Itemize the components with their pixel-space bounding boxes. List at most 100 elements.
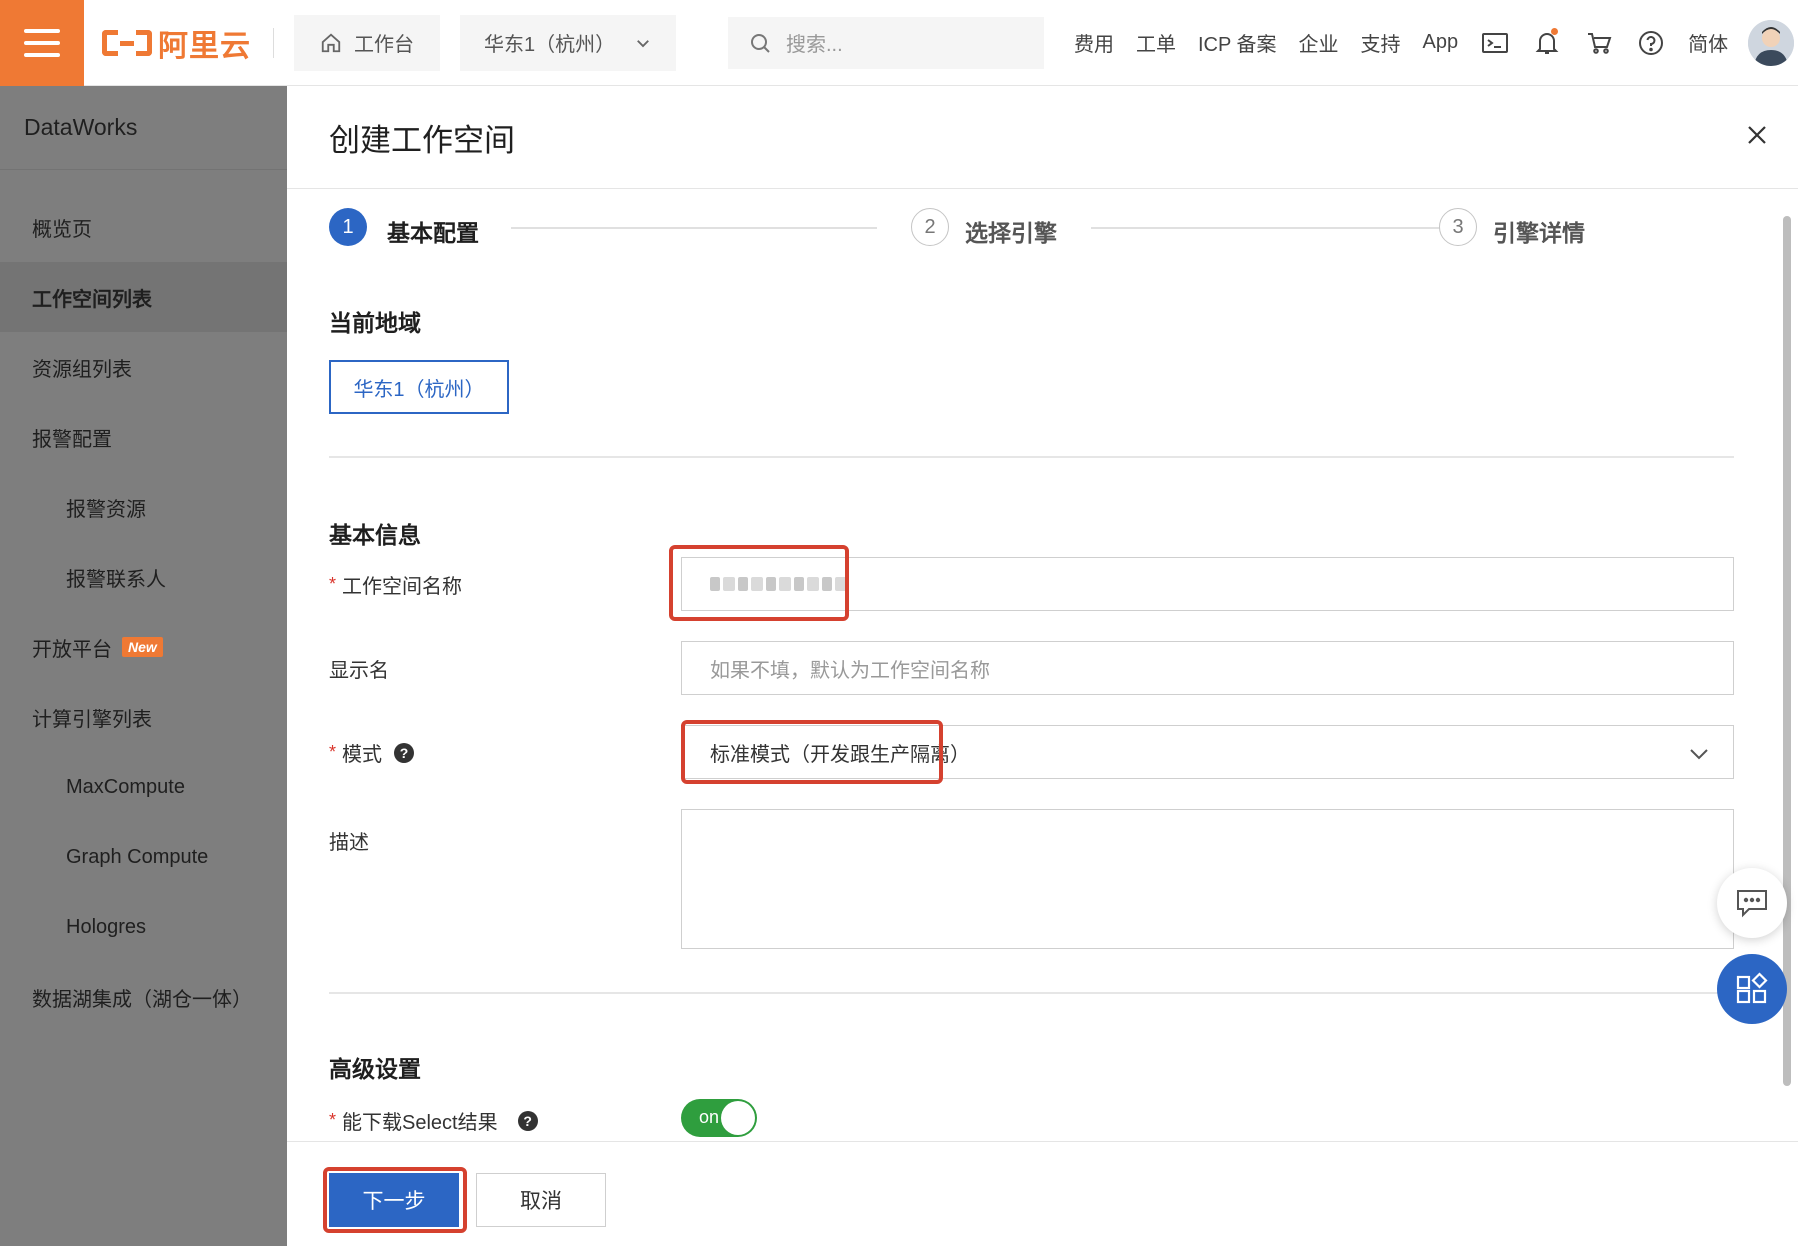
required-mark: * xyxy=(329,574,337,594)
new-badge: New xyxy=(122,637,163,657)
top-link-billing[interactable]: 费用 xyxy=(1074,28,1114,57)
menu-icon-bar xyxy=(24,52,60,57)
create-workspace-panel: 创建工作空间 1 基本配置 2 选择引擎 3 引擎详情 当前地域 华东1（杭州）… xyxy=(287,86,1798,1246)
sidebar-item-resource-groups[interactable]: 资源组列表 xyxy=(0,332,287,402)
close-button[interactable] xyxy=(1742,120,1772,150)
sidebar-item-label: 数据湖集成（湖仓一体） xyxy=(32,988,252,1011)
section-divider xyxy=(329,456,1734,458)
workspace-name-input[interactable] xyxy=(681,557,1734,611)
step-connector xyxy=(1091,227,1457,229)
top-link-icp[interactable]: ICP 备案 xyxy=(1198,28,1277,57)
sidebar-item-label: 报警资源 xyxy=(66,498,146,521)
divider xyxy=(273,27,274,58)
menu-button[interactable] xyxy=(0,0,84,86)
step-1-indicator: 1 xyxy=(329,208,367,246)
description-label: 描述 xyxy=(329,832,369,854)
sidebar-item-overview[interactable]: 概览页 xyxy=(0,192,287,262)
panel-title: 创建工作空间 xyxy=(329,122,515,158)
sidebar-item-workspace-list[interactable]: 工作空间列表 xyxy=(0,262,287,332)
scrollbar[interactable] xyxy=(1783,216,1791,1086)
sidebar-item-label: 计算引擎列表 xyxy=(32,708,152,731)
chat-icon xyxy=(1737,890,1767,918)
help-icon[interactable]: ? xyxy=(517,1110,538,1131)
mode-select[interactable]: 标准模式（开发跟生产隔离） xyxy=(681,725,1734,779)
sidebar-item-alert-resources[interactable]: 报警资源 xyxy=(0,472,287,542)
chat-button[interactable] xyxy=(1717,868,1787,938)
current-region-title: 当前地域 xyxy=(329,310,421,336)
workbench-label: 工作台 xyxy=(354,34,414,56)
section-divider xyxy=(329,992,1734,994)
sidebar-title: DataWorks xyxy=(0,86,287,170)
wizard-steps: 1 基本配置 2 选择引擎 3 引擎详情 xyxy=(329,206,1729,250)
sidebar-item-label: 概览页 xyxy=(32,218,92,241)
sidebar-item-maxcompute[interactable]: MaxCompute xyxy=(0,752,287,822)
required-mark: * xyxy=(329,742,337,762)
brand-text: 阿里云 xyxy=(158,29,251,63)
step-connector xyxy=(511,227,877,229)
sidebar-item-graph-compute[interactable]: Graph Compute xyxy=(0,822,287,892)
current-region-tag[interactable]: 华东1（杭州） xyxy=(329,360,509,414)
region-select-label: 华东1（杭州） xyxy=(484,34,616,56)
top-link-enterprise[interactable]: 企业 xyxy=(1299,28,1339,57)
download-select-label-text: 能下载Select结果 xyxy=(342,1112,498,1134)
notifications-button[interactable] xyxy=(1532,27,1562,58)
menu-icon-bar xyxy=(24,40,60,45)
redacted-value xyxy=(710,577,847,591)
search-input[interactable]: 搜索... xyxy=(786,28,843,57)
sidebar-item-data-lake[interactable]: 数据湖集成（湖仓一体） xyxy=(0,962,287,1032)
aliyun-logo-icon xyxy=(102,28,152,58)
description-textarea[interactable] xyxy=(681,809,1734,949)
help-icon[interactable]: ? xyxy=(394,742,415,763)
close-icon xyxy=(1748,126,1766,144)
sidebar-item-label: 报警联系人 xyxy=(66,568,166,591)
avatar[interactable] xyxy=(1748,19,1795,66)
cart-icon xyxy=(1588,32,1612,54)
step-1-label: 基本配置 xyxy=(387,220,479,246)
terminal-button[interactable] xyxy=(1480,28,1510,58)
notification-dot xyxy=(1551,27,1559,35)
sidebar: DataWorks 概览页 工作空间列表 资源组列表 报警配置 报警资源 报警联… xyxy=(0,86,287,1246)
region-select[interactable]: 华东1（杭州） xyxy=(460,14,676,71)
sidebar-item-label: Hologres xyxy=(66,915,147,938)
toggle-knob xyxy=(721,1101,755,1135)
help-button[interactable] xyxy=(1636,28,1666,58)
top-navigation-bar: 阿里云 工作台 华东1（杭州） 搜索... 费用 工单 ICP 备案 企业 支持… xyxy=(0,0,1798,86)
cancel-button[interactable]: 取消 xyxy=(476,1173,606,1227)
mode-label-text: 模式 xyxy=(342,744,383,766)
search-box[interactable]: 搜索... xyxy=(728,16,1044,69)
sidebar-item-alert-contacts[interactable]: 报警联系人 xyxy=(0,542,287,612)
step-2-indicator: 2 xyxy=(911,208,949,246)
sidebar-item-open-platform[interactable]: 开放平台 New xyxy=(0,612,287,682)
step-3-label: 引擎详情 xyxy=(1493,220,1585,246)
chevron-down-icon xyxy=(637,39,649,47)
display-name-input[interactable]: 如果不填，默认为工作空间名称 xyxy=(681,641,1734,695)
terminal-icon xyxy=(1482,32,1509,53)
advanced-settings-title: 高级设置 xyxy=(329,1056,421,1082)
toggle-text: on xyxy=(699,1107,720,1127)
aliyun-logo[interactable]: 阿里云 xyxy=(102,0,251,86)
top-link-support[interactable]: 支持 xyxy=(1361,28,1401,57)
apps-icon xyxy=(1736,972,1768,1004)
mode-select-value: 标准模式（开发跟生产隔离） xyxy=(710,743,970,766)
sidebar-item-label: 报警配置 xyxy=(32,428,112,451)
workbench-button[interactable]: 工作台 xyxy=(294,14,440,71)
sidebar-item-compute-engines[interactable]: 计算引擎列表 xyxy=(0,682,287,752)
download-select-toggle[interactable]: on xyxy=(681,1099,757,1137)
chevron-down-icon xyxy=(1690,749,1708,760)
top-links: 费用 工单 ICP 备案 企业 支持 App 简体 xyxy=(1074,27,1728,58)
sidebar-item-alert-config[interactable]: 报警配置 xyxy=(0,402,287,472)
next-button[interactable]: 下一步 xyxy=(329,1173,459,1227)
top-link-tickets[interactable]: 工单 xyxy=(1136,28,1176,57)
user-avatar-icon xyxy=(1748,19,1795,66)
workspace-name-label-text: 工作空间名称 xyxy=(342,576,463,598)
sidebar-item-label: MaxCompute xyxy=(66,775,185,798)
language-switch[interactable]: 简体 xyxy=(1688,28,1728,57)
apps-button[interactable] xyxy=(1717,954,1787,1024)
sidebar-item-label: Graph Compute xyxy=(66,845,209,868)
cart-button[interactable] xyxy=(1584,28,1614,58)
panel-header: 创建工作空间 xyxy=(287,86,1798,189)
top-link-app[interactable]: App xyxy=(1423,31,1459,54)
sidebar-item-label: 工作空间列表 xyxy=(32,288,152,311)
sidebar-item-hologres[interactable]: Hologres xyxy=(0,892,287,962)
download-select-label: * 能下载Select结果 ? xyxy=(329,1106,538,1135)
